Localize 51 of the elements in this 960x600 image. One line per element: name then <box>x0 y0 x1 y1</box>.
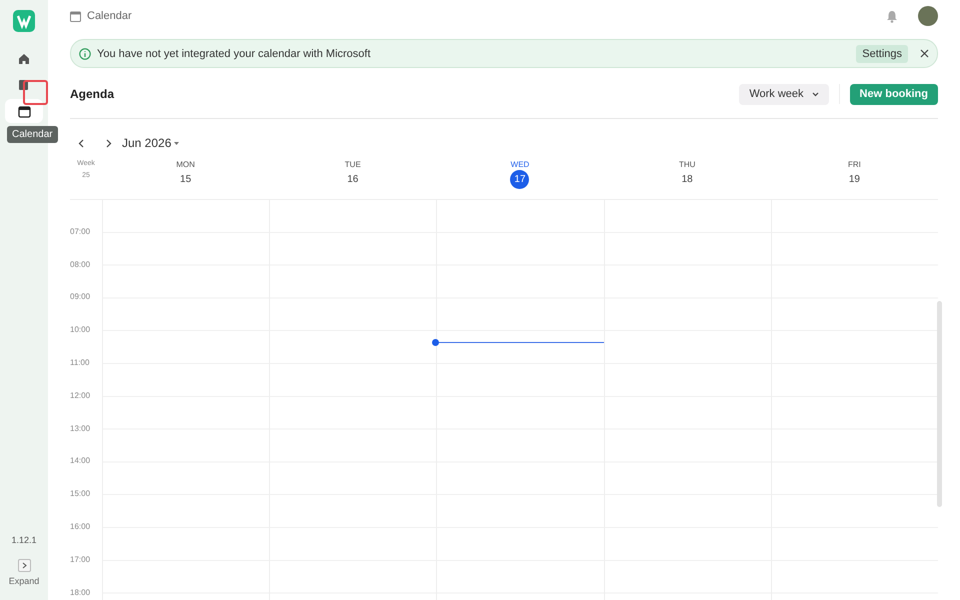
hour-label: 09:00 <box>70 291 92 302</box>
day-date: 18 <box>680 173 694 187</box>
current-time-dot <box>432 339 440 346</box>
hour-label: 17:00 <box>70 554 92 564</box>
caret-icon <box>812 92 819 96</box>
expand-button[interactable] <box>18 559 30 572</box>
calendar-icon <box>70 10 81 22</box>
view-dropdown[interactable]: Work week <box>739 84 829 104</box>
banner-message: You have not yet integrated your calendar with Microsoft <box>97 48 372 60</box>
settings-button[interactable]: Settings <box>856 44 908 62</box>
day-name: THU <box>678 160 696 169</box>
day-date: 19 <box>848 173 861 187</box>
day-name: WED <box>510 160 530 169</box>
month-selector[interactable]: Jun 2026 <box>122 136 180 150</box>
home-icon <box>18 53 30 65</box>
chevron-left-icon <box>78 138 84 148</box>
calendar-icon <box>18 104 30 118</box>
hour-label: 11:00 <box>70 356 90 367</box>
avatar[interactable] <box>918 6 938 26</box>
hour-label: 10:00 <box>70 324 92 334</box>
day-name: TUE <box>344 160 361 169</box>
version-label: 1.12.1 <box>11 535 37 545</box>
page-title: Agenda <box>70 87 116 101</box>
expand-label: Expand <box>8 576 40 586</box>
chevron-right-icon <box>22 562 26 569</box>
hour-label: 12:00 <box>70 390 92 400</box>
chevron-right-icon <box>106 138 112 148</box>
info-icon <box>79 48 91 60</box>
day-name: MON <box>176 160 195 169</box>
next-button[interactable] <box>106 138 112 148</box>
close-button[interactable] <box>920 49 929 58</box>
logo-icon <box>13 10 35 32</box>
day-date: 17 <box>510 170 530 189</box>
hour-label: 08:00 <box>70 258 92 269</box>
hour-label: 13:00 <box>70 422 92 433</box>
breadcrumb: Calendar <box>87 10 132 22</box>
hour-label: 16:00 <box>70 520 92 531</box>
day-date: 16 <box>346 173 360 187</box>
highlight-frame <box>23 80 48 105</box>
day-name: FRI <box>848 160 861 169</box>
caret-icon <box>174 142 180 144</box>
hour-label: 14:00 <box>70 455 92 466</box>
hour-label: 07:00 <box>70 226 92 236</box>
close-icon <box>920 49 929 58</box>
hour-label: 18:00 <box>70 586 92 597</box>
sidebar-item[interactable] <box>5 99 43 123</box>
scrollbar[interactable] <box>937 301 942 507</box>
previous-button[interactable] <box>78 138 84 148</box>
tooltip: Calendar <box>7 126 58 143</box>
hour-label: 15:00 <box>70 488 92 498</box>
day-date: 15 <box>179 173 192 187</box>
